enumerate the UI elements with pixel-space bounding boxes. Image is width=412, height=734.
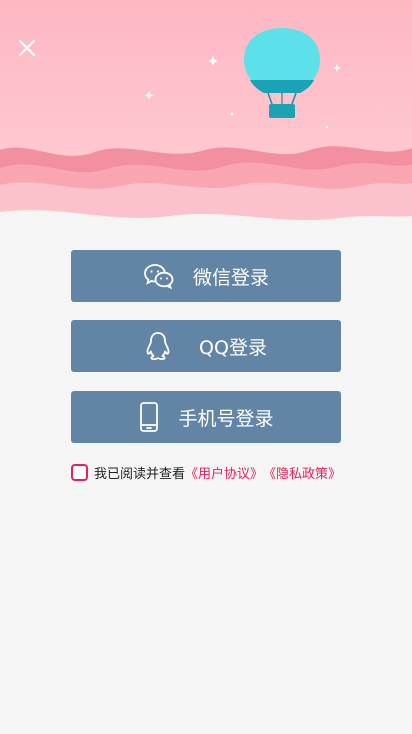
qq-penguin-icon bbox=[145, 331, 171, 361]
close-icon bbox=[18, 39, 36, 57]
header-illustration bbox=[0, 0, 412, 232]
agreement-row: 我已阅读并查看 《用户协议》 《隐私政策》 bbox=[71, 463, 341, 482]
mobile-phone-icon bbox=[138, 401, 160, 433]
agreement-prefix: 我已阅读并查看 bbox=[94, 467, 186, 482]
privacy-policy-link[interactable]: 《隐私政策》 bbox=[263, 463, 341, 482]
user-agreement-link[interactable]: 《用户协议》 bbox=[185, 463, 263, 482]
qq-login-label: QQ登录 bbox=[199, 336, 267, 359]
wechat-login-button[interactable]: 微信登录 bbox=[71, 250, 341, 302]
qq-login-button[interactable]: QQ登录 bbox=[71, 320, 341, 372]
wechat-icon bbox=[143, 262, 175, 290]
agreement-checkbox[interactable] bbox=[71, 464, 88, 481]
close-button[interactable] bbox=[14, 35, 40, 61]
phone-login-label: 手机号登录 bbox=[178, 407, 274, 430]
wechat-login-label: 微信登录 bbox=[192, 266, 269, 289]
header-background bbox=[0, 0, 412, 232]
phone-login-button[interactable]: 手机号登录 bbox=[71, 391, 341, 443]
